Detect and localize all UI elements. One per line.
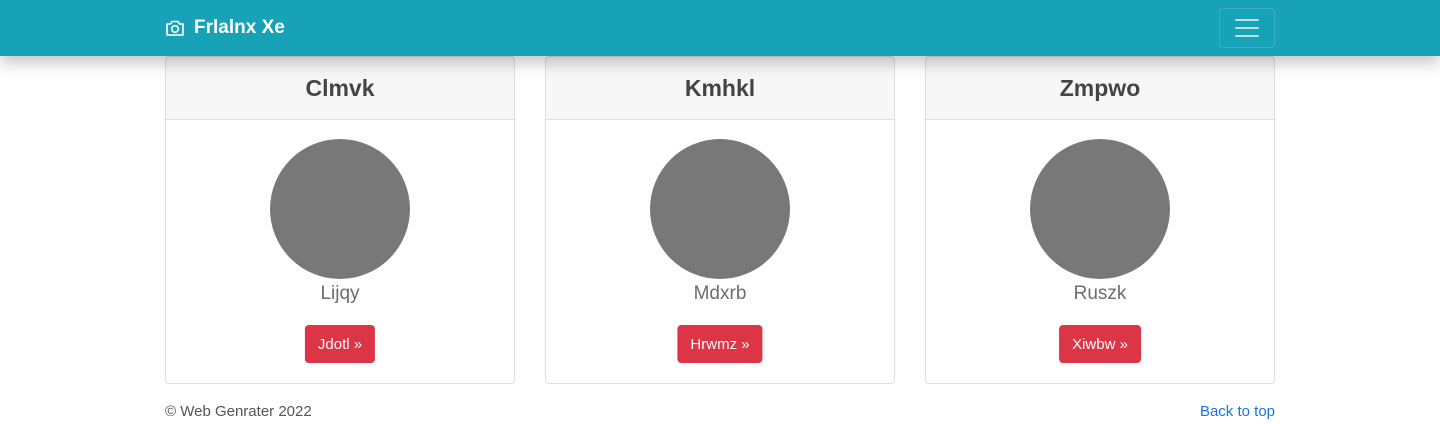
hamburger-menu-icon [1235, 19, 1259, 21]
card-title: Kmhkl [546, 57, 894, 120]
navbar-toggle-button[interactable] [1219, 8, 1275, 48]
avatar-image [650, 139, 790, 279]
card-button[interactable]: Hrwmz » [677, 325, 763, 363]
navbar: Frlalnx Xe [0, 0, 1440, 56]
card: Zmpwo Ruszk Xiwbw » [925, 56, 1275, 384]
brand-link[interactable]: Frlalnx Xe [165, 0, 285, 56]
card-button[interactable]: Jdotl » [304, 325, 376, 363]
avatar-image [1030, 139, 1170, 279]
card-text: Lijqy [320, 283, 360, 304]
card-button[interactable]: Xiwbw » [1059, 325, 1141, 363]
footer-copyright: © Web Genrater 2022 [165, 403, 312, 420]
card: Kmhkl Mdxrb Hrwmz » [545, 56, 895, 384]
card-text: Ruszk [1073, 283, 1127, 304]
card: Clmvk Lijqy Jdotl » [165, 56, 515, 384]
brand-text: Frlalnx Xe [194, 17, 285, 38]
card-title: Zmpwo [926, 57, 1274, 120]
card-title: Clmvk [166, 57, 514, 120]
card-text: Mdxrb [693, 283, 747, 304]
avatar-image [270, 139, 410, 279]
camera-icon [165, 19, 185, 37]
back-to-top-link[interactable]: Back to top [1200, 403, 1275, 420]
